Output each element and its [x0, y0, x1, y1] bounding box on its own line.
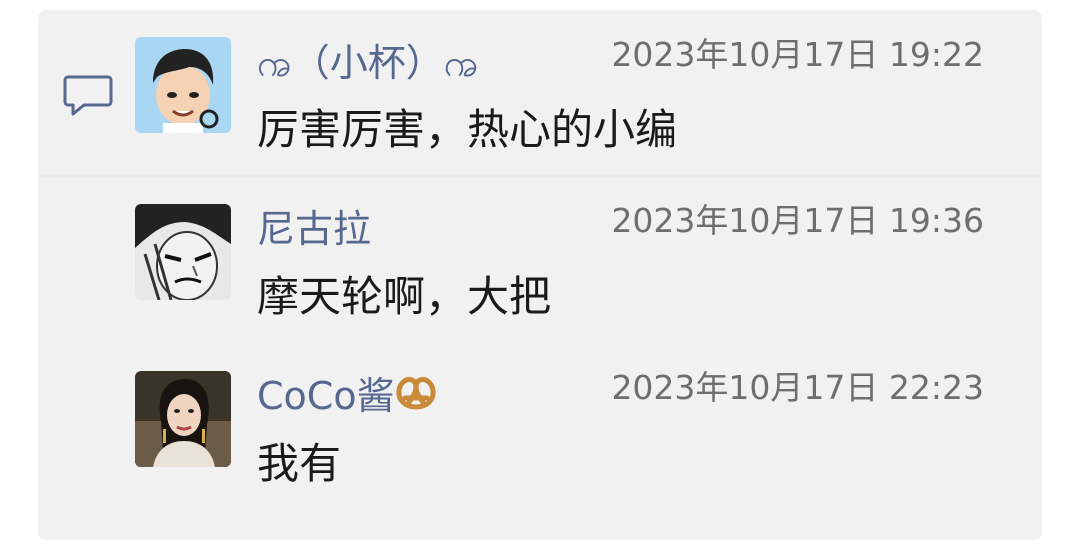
comment-author-name: CoCo酱 [257, 374, 395, 418]
manga-character-avatar[interactable] [135, 204, 231, 300]
comment-author[interactable]: 尼古拉 [257, 210, 371, 248]
comment-author[interactable]: ꩠ（小杯）ꩠ [257, 44, 479, 82]
comment-time: 2023年10月17日 19:22 [611, 35, 984, 74]
comment-bubble-icon[interactable] [62, 74, 114, 118]
comment-text: 厉害厉害，热心的小编 [257, 105, 678, 154]
divider [38, 175, 1042, 177]
cartoon-boy-avatar[interactable] [135, 37, 231, 133]
comment-text: 我有 [257, 439, 342, 488]
comment-author[interactable]: CoCo酱 [257, 374, 437, 418]
comment-time: 2023年10月17日 19:36 [611, 201, 984, 240]
pretzel-icon [395, 376, 437, 418]
woman-photo-avatar[interactable] [135, 371, 231, 467]
comment-text: 摩天轮啊，大把 [257, 272, 552, 321]
comment-time: 2023年10月17日 22:23 [611, 368, 984, 407]
